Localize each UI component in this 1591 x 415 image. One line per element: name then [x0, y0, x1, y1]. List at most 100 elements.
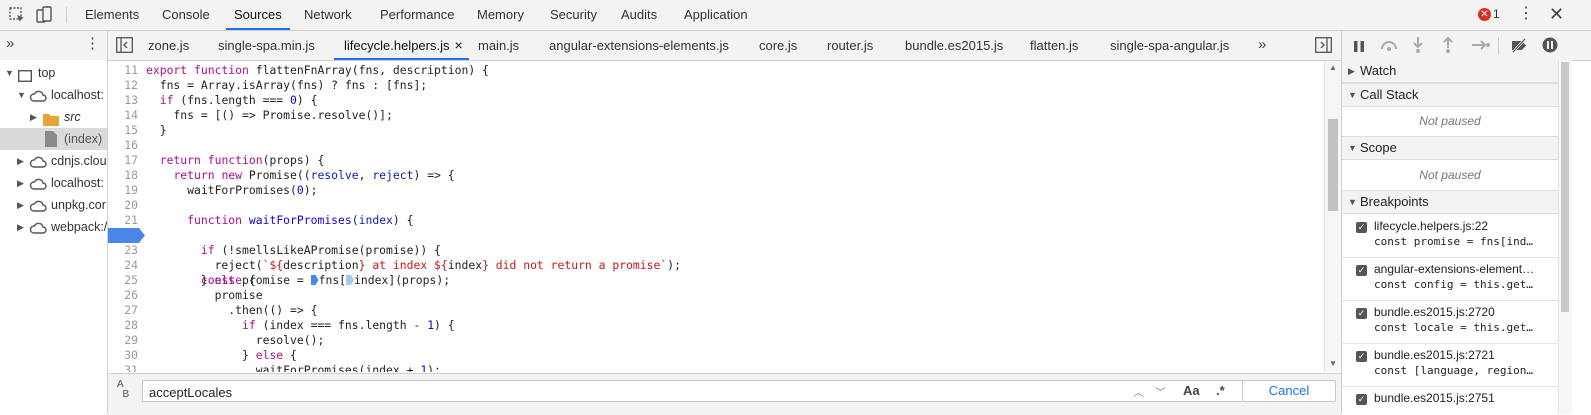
- next-match-icon[interactable]: ﹀: [1155, 384, 1166, 400]
- toggle-navigator-icon[interactable]: [116, 37, 133, 56]
- file-tab-lifecycle-helpers[interactable]: lifecycle.helpers.js ×: [334, 31, 469, 60]
- line-number[interactable]: 13: [108, 93, 138, 108]
- scroll-down-icon[interactable]: ▼: [1329, 359, 1337, 368]
- tree-item-top[interactable]: ▼ top: [0, 62, 107, 84]
- breakpoint-checkbox[interactable]: ✓: [1356, 308, 1367, 319]
- tree-item-localhost[interactable]: ▼ localhost:: [0, 84, 107, 106]
- file-tab-bundle-es2015[interactable]: bundle.es2015.js: [905, 31, 1003, 60]
- tree-item-unpkg[interactable]: ▶ unpkg.cor: [0, 194, 107, 216]
- scope-section-header[interactable]: ▼ Scope: [1342, 136, 1558, 160]
- line-number[interactable]: 28: [108, 318, 138, 333]
- code-editor[interactable]: 11 export function flattenFnArray(fns, de…: [108, 61, 1324, 372]
- tab-network[interactable]: Network: [304, 0, 352, 30]
- file-tab-single-spa-angular[interactable]: single-spa-angular.js: [1110, 31, 1229, 60]
- tab-performance[interactable]: Performance: [380, 0, 454, 30]
- breakpoint-item[interactable]: ✓ lifecycle.helpers.js:22 const promise …: [1342, 215, 1558, 258]
- breakpoint-item[interactable]: ✓ bundle.es2015.js:2721 const [language,…: [1342, 344, 1558, 387]
- collapse-arrow-icon[interactable]: ▶: [17, 216, 24, 238]
- breakpoint-item[interactable]: ✓ angular-extensions-element… const conf…: [1342, 258, 1558, 301]
- call-stack-section-header[interactable]: ▼ Call Stack: [1342, 83, 1558, 107]
- collapse-arrow-icon[interactable]: ▶: [30, 106, 37, 128]
- line-number[interactable]: 21: [108, 213, 138, 228]
- line-number[interactable]: 20: [108, 198, 138, 213]
- line-number[interactable]: 14: [108, 108, 138, 123]
- replace-toggle-icon[interactable]: A B: [117, 380, 129, 400]
- line-number[interactable]: 12: [108, 78, 138, 93]
- pause-on-exceptions-icon[interactable]: [1542, 37, 1558, 56]
- search-field[interactable]: ︿ ﹀ Aa .*: [142, 380, 1278, 403]
- line-number[interactable]: 19: [108, 183, 138, 198]
- more-tabs-icon[interactable]: »: [6, 35, 14, 52]
- watch-section-header[interactable]: ▶ Watch: [1342, 60, 1558, 83]
- tab-sources[interactable]: Sources: [226, 0, 290, 30]
- more-options-icon[interactable]: ⋮: [1518, 5, 1534, 23]
- line-number[interactable]: 31: [108, 363, 138, 372]
- tab-application[interactable]: Application: [684, 0, 748, 30]
- pause-icon[interactable]: [1354, 40, 1364, 55]
- collapse-arrow-icon[interactable]: ▶: [17, 150, 24, 172]
- match-case-button[interactable]: Aa: [1183, 383, 1200, 398]
- breakpoint-checkbox[interactable]: ✓: [1356, 222, 1367, 233]
- file-tab-zone[interactable]: zone.js: [148, 31, 189, 60]
- line-number[interactable]: 27: [108, 303, 138, 318]
- tab-elements[interactable]: Elements: [85, 0, 139, 30]
- breakpoint-location[interactable]: angular-extensions-element…: [1374, 262, 1554, 276]
- collapse-arrow-icon[interactable]: ▶: [17, 172, 24, 194]
- close-tab-icon[interactable]: ×: [455, 37, 463, 53]
- line-number[interactable]: 15: [108, 123, 138, 138]
- step-over-icon[interactable]: [1380, 39, 1398, 54]
- expand-arrow-icon[interactable]: ▼: [17, 84, 26, 106]
- regex-button[interactable]: .*: [1216, 383, 1225, 398]
- sidebar-scrollbar[interactable]: [1558, 60, 1572, 414]
- collapse-arrow-icon[interactable]: ▶: [17, 194, 24, 216]
- inspect-element-icon[interactable]: [8, 6, 26, 24]
- line-number[interactable]: 17: [108, 153, 138, 168]
- tree-item-cdnjs[interactable]: ▶ cdnjs.clou: [0, 150, 107, 172]
- editor-scrollbar[interactable]: ▲ ▼: [1324, 61, 1342, 372]
- breakpoint-item[interactable]: ✓ bundle.es2015.js:2720 const locale = t…: [1342, 301, 1558, 344]
- line-number[interactable]: 26: [108, 288, 138, 303]
- deactivate-breakpoints-icon[interactable]: [1510, 38, 1528, 56]
- breakpoint-location[interactable]: lifecycle.helpers.js:22: [1374, 219, 1554, 233]
- file-tab-single-spa-min[interactable]: single-spa.min.js: [218, 31, 315, 60]
- line-number[interactable]: 23: [108, 243, 138, 258]
- step-icon[interactable]: [1472, 39, 1490, 54]
- tree-item-src[interactable]: ▶ src: [0, 106, 107, 128]
- breakpoint-location[interactable]: bundle.es2015.js:2721: [1374, 348, 1554, 362]
- file-tab-angular-extensions-elements[interactable]: angular-extensions-elements.js: [549, 31, 729, 60]
- cancel-button[interactable]: Cancel: [1242, 380, 1336, 402]
- breakpoints-section-header[interactable]: ▼ Breakpoints: [1342, 190, 1558, 214]
- expand-arrow-icon[interactable]: ▼: [5, 62, 14, 84]
- breakpoint-checkbox[interactable]: ✓: [1356, 265, 1367, 276]
- tab-security[interactable]: Security: [550, 0, 597, 30]
- breakpoint-marker[interactable]: [108, 228, 145, 243]
- tab-console[interactable]: Console: [162, 0, 210, 30]
- tree-item-index[interactable]: (index): [0, 128, 107, 150]
- line-number[interactable]: 24: [108, 258, 138, 273]
- file-tab-router[interactable]: router.js: [827, 31, 873, 60]
- tab-memory[interactable]: Memory: [477, 0, 524, 30]
- breakpoint-checkbox[interactable]: ✓: [1356, 351, 1367, 362]
- breakpoint-item[interactable]: ✓ bundle.es2015.js:2751: [1342, 387, 1558, 414]
- file-tab-main[interactable]: main.js: [478, 31, 519, 60]
- step-out-icon[interactable]: [1442, 36, 1454, 56]
- scrollbar-thumb[interactable]: [1328, 119, 1338, 211]
- error-count[interactable]: 1: [1493, 7, 1500, 21]
- toggle-debugger-icon[interactable]: [1315, 37, 1332, 56]
- tree-item-localhost-2[interactable]: ▶ localhost:: [0, 172, 107, 194]
- file-tab-flatten[interactable]: flatten.js: [1030, 31, 1078, 60]
- navigator-menu-icon[interactable]: ⋮: [85, 36, 100, 52]
- line-number[interactable]: 30: [108, 348, 138, 363]
- scrollbar-thumb[interactable]: [1561, 62, 1569, 312]
- line-number[interactable]: 29: [108, 333, 138, 348]
- more-file-tabs-icon[interactable]: »: [1258, 36, 1266, 53]
- error-icon[interactable]: ✕: [1478, 8, 1491, 21]
- step-into-icon[interactable]: [1412, 37, 1424, 56]
- line-number[interactable]: 18: [108, 168, 138, 183]
- tab-audits[interactable]: Audits: [621, 0, 657, 30]
- line-number[interactable]: 11: [108, 63, 138, 78]
- previous-match-icon[interactable]: ︿: [1133, 384, 1144, 400]
- tree-item-webpack[interactable]: ▶ webpack:/: [0, 216, 107, 238]
- breakpoint-location[interactable]: bundle.es2015.js:2720: [1374, 305, 1554, 319]
- breakpoint-checkbox[interactable]: ✓: [1356, 394, 1367, 405]
